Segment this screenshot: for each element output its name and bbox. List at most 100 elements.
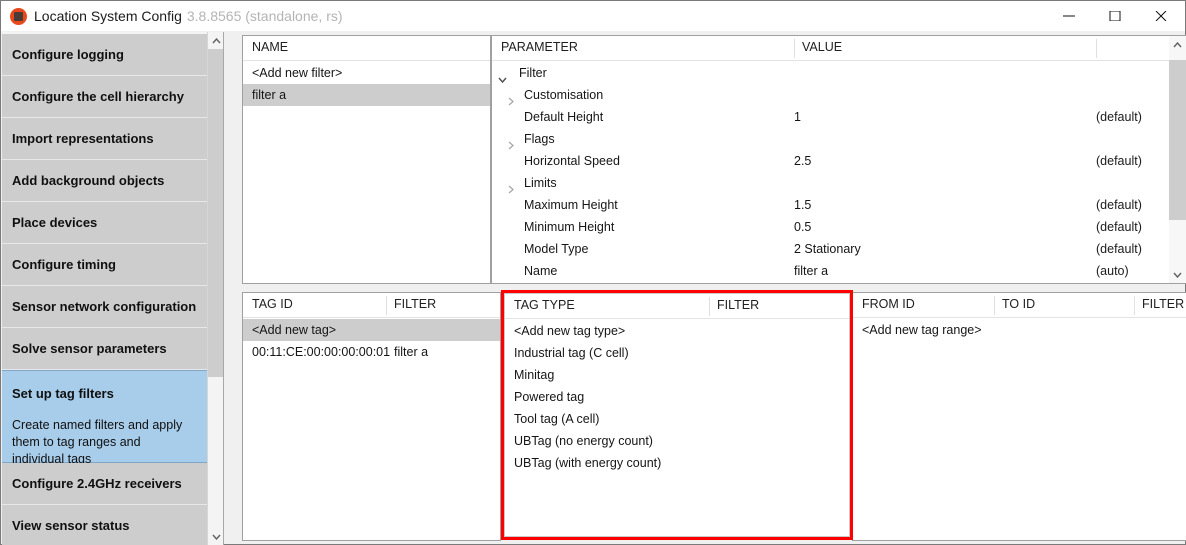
window-title: Location System Config 3.8.8565 (standalo…	[34, 7, 343, 25]
table-row[interactable]: UBTag (with energy count)	[505, 452, 849, 474]
filters-panel-header: NAME	[243, 36, 490, 61]
parameter-value-cell: 1.5	[794, 198, 812, 212]
tag-type-cell: Minitag	[514, 368, 555, 382]
tag-types-row-list: <Add new tag type> Industrial tag (C cell…	[505, 320, 849, 474]
table-row[interactable]: Powered tag	[505, 386, 849, 408]
parameter-row[interactable]: Filter	[492, 62, 1168, 84]
sidebar-item-label: Configure 2.4GHz receivers	[12, 476, 182, 491]
parameter-label-cell: Minimum Height	[524, 220, 615, 234]
column-header-filter[interactable]: FILTER	[394, 297, 436, 311]
sidebar-item-list: Configure logging Configure the cell hier…	[2, 34, 207, 545]
sidebar-item-view-sensor-status[interactable]: View sensor status	[2, 505, 207, 545]
table-row[interactable]: 00:11:CE:00:00:00:00:01 filter a	[243, 341, 500, 363]
column-header-filter[interactable]: FILTER	[717, 298, 759, 312]
parameter-row[interactable]: Default Height 1 (default)	[492, 106, 1168, 128]
parameter-tree: Filter Customisation Default Height 1 (defau…	[492, 62, 1168, 282]
column-divider[interactable]	[794, 39, 795, 58]
table-row[interactable]: Industrial tag (C cell)	[505, 342, 849, 364]
parameter-row[interactable]: Flags	[492, 128, 1168, 150]
tag-id-cell: 00:11:CE:00:00:00:00:01	[252, 345, 391, 359]
maximize-button[interactable]	[1092, 1, 1138, 31]
list-item[interactable]: <Add new filter>	[243, 62, 490, 84]
tags-panel: TAG ID FILTER <Add new tag> 00:11:CE:00:0…	[242, 292, 501, 541]
sidebar-item-solve-sensor-parameters[interactable]: Solve sensor parameters	[2, 328, 207, 370]
filter-name-cell: <Add new filter>	[252, 66, 343, 80]
parameter-value-cell: filter a	[794, 264, 829, 278]
sidebar-item-label: Place devices	[12, 215, 98, 230]
parameters-scrollbar[interactable]	[1169, 36, 1186, 283]
sidebar-item-label: Solve sensor parameters	[12, 341, 167, 356]
sidebar-item-configure-timing[interactable]: Configure timing	[2, 244, 207, 286]
close-button[interactable]	[1138, 1, 1184, 31]
sidebar-item-add-background-objects[interactable]: Add background objects	[2, 160, 207, 202]
tag-type-cell: UBTag (no energy count)	[514, 434, 653, 448]
tags-row-list: <Add new tag> 00:11:CE:00:00:00:00:01 filt…	[243, 319, 500, 363]
column-header-parameter[interactable]: PARAMETER	[501, 40, 578, 54]
tag-ranges-row-list: <Add new tag range>	[853, 319, 1186, 341]
parameter-row[interactable]: Minimum Height 0.5 (default)	[492, 216, 1168, 238]
parameter-row[interactable]: Maximum Height 1.5 (default)	[492, 194, 1168, 216]
window-version-text: 3.8.8565 (standalone, rs)	[186, 8, 343, 24]
table-row[interactable]: <Add new tag>	[243, 319, 500, 341]
table-row[interactable]: UBTag (no energy count)	[505, 430, 849, 452]
parameter-row[interactable]: Horizontal Speed 2.5 (default)	[492, 150, 1168, 172]
sidebar-scroll-thumb[interactable]	[208, 49, 223, 377]
parameter-note-cell: (default)	[1096, 242, 1142, 256]
parameter-note-cell: (default)	[1096, 220, 1142, 234]
column-divider[interactable]	[1096, 39, 1097, 58]
column-divider[interactable]	[1134, 296, 1135, 315]
sidebar-item-configure-logging[interactable]: Configure logging	[2, 34, 207, 76]
scroll-down-arrow-icon[interactable]	[1169, 266, 1186, 283]
column-header-tag-id[interactable]: TAG ID	[252, 297, 293, 311]
scroll-up-arrow-icon[interactable]	[208, 32, 223, 49]
sidebar-scrollbar[interactable]	[207, 32, 223, 545]
list-item[interactable]: filter a	[243, 84, 490, 106]
table-row[interactable]: <Add new tag type>	[505, 320, 849, 342]
tag-types-panel: TAG TYPE FILTER <Add new tag type> Indust…	[504, 293, 850, 537]
sidebar-item-label: Sensor network configuration	[12, 299, 197, 314]
parameter-row[interactable]: Customisation	[492, 84, 1168, 106]
column-header-value[interactable]: VALUE	[802, 40, 842, 54]
parameter-row[interactable]: Model Type 2 Stationary (default)	[492, 238, 1168, 260]
app-logo-icon	[10, 8, 27, 25]
tag-type-cell: Industrial tag (C cell)	[514, 346, 629, 360]
parameter-row[interactable]: Limits	[492, 172, 1168, 194]
scroll-up-arrow-icon[interactable]	[1169, 36, 1186, 53]
parameter-note-cell: (default)	[1096, 198, 1142, 212]
sidebar-item-label: Configure logging	[12, 47, 124, 62]
sidebar-item-place-devices[interactable]: Place devices	[2, 202, 207, 244]
column-divider[interactable]	[709, 297, 710, 316]
tag-type-cell: Powered tag	[514, 390, 585, 404]
parameter-value-cell: 2.5	[794, 154, 812, 168]
sidebar-item-configure-2-4ghz-receivers[interactable]: Configure 2.4GHz receivers	[2, 463, 207, 505]
parameters-scroll-thumb[interactable]	[1169, 60, 1186, 220]
parameter-note-cell: (auto)	[1096, 264, 1129, 278]
column-header-filter[interactable]: FILTER	[1142, 297, 1184, 311]
parameter-note-cell: (default)	[1096, 110, 1142, 124]
column-header-name[interactable]: NAME	[252, 40, 288, 54]
column-header-to-id[interactable]: TO ID	[1002, 297, 1035, 311]
sidebar-item-label: Set up tag filters	[12, 386, 114, 401]
minimize-button[interactable]	[1046, 1, 1092, 31]
parameter-row[interactable]: Name filter a (auto)	[492, 260, 1168, 282]
sidebar-item-sensor-network-configuration[interactable]: Sensor network configuration	[2, 286, 207, 328]
tags-panel-header: TAG ID FILTER	[243, 293, 500, 318]
table-row[interactable]: <Add new tag range>	[853, 319, 1186, 341]
tag-ranges-panel-header: FROM ID TO ID FILTER	[853, 293, 1186, 318]
sidebar-item-description: Create named filters and apply them to t…	[12, 418, 183, 466]
tag-ranges-panel: FROM ID TO ID FILTER <Add new tag range>	[852, 292, 1186, 541]
column-divider[interactable]	[386, 296, 387, 315]
sidebar-item-import-representations[interactable]: Import representations	[2, 118, 207, 160]
sidebar: Configure logging Configure the cell hier…	[2, 32, 224, 545]
parameter-value-cell: 1	[794, 110, 801, 124]
table-row[interactable]: Tool tag (A cell)	[505, 408, 849, 430]
scroll-down-arrow-icon[interactable]	[208, 528, 223, 545]
sidebar-item-configure-the-cell-hierarchy[interactable]: Configure the cell hierarchy	[2, 76, 207, 118]
column-header-tag-type[interactable]: TAG TYPE	[514, 298, 575, 312]
table-row[interactable]: Minitag	[505, 364, 849, 386]
sidebar-item-set-up-tag-filters[interactable]: Set up tag filters Create named filters a…	[2, 370, 207, 466]
parameter-label-cell: Name	[524, 264, 558, 278]
column-header-from-id[interactable]: FROM ID	[862, 297, 915, 311]
column-divider[interactable]	[994, 296, 995, 315]
sidebar-item-label: View sensor status	[12, 518, 130, 533]
